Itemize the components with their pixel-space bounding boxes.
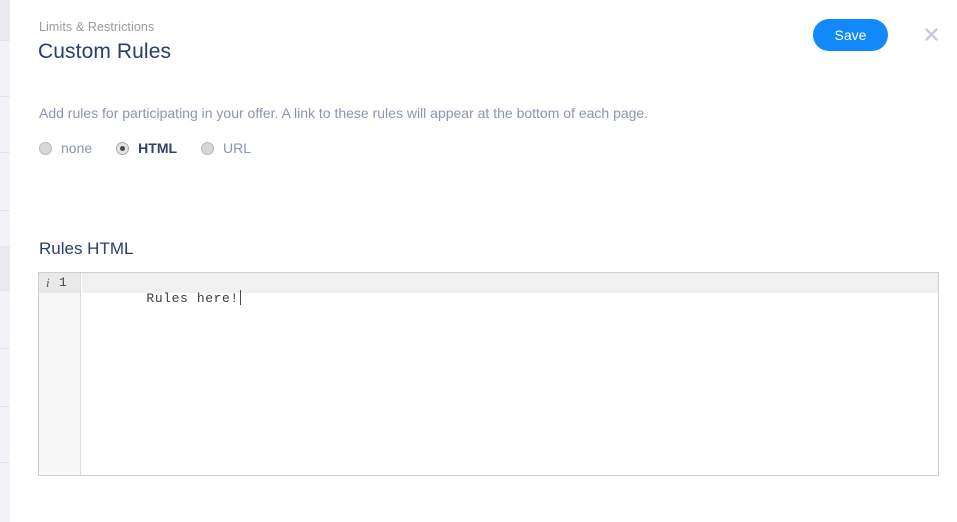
- sidebar-divider: [0, 406, 10, 407]
- sidebar-divider: [0, 96, 10, 97]
- rules-html-label: Rules HTML: [39, 238, 133, 260]
- sidebar-divider: [0, 152, 10, 153]
- radio-label-none: none: [61, 139, 92, 157]
- breadcrumb: Limits & Restrictions: [39, 19, 154, 35]
- custom-rules-page: Limits & Restrictions Custom Rules Save …: [0, 0, 957, 522]
- save-button[interactable]: Save: [813, 19, 888, 51]
- radio-option-html[interactable]: HTML: [116, 139, 177, 157]
- radio-dot-html[interactable]: [116, 142, 129, 155]
- radio-dot-url[interactable]: [201, 142, 214, 155]
- editor-text-cursor: [240, 290, 241, 305]
- radio-label-html: HTML: [138, 139, 177, 157]
- sidebar-strip: [0, 0, 10, 522]
- rules-html-code-editor[interactable]: i 1 Rules here!: [38, 272, 939, 476]
- radio-option-none[interactable]: none: [39, 139, 92, 157]
- editor-line-1-text: Rules here!: [146, 291, 238, 306]
- editor-line-1[interactable]: Rules here!: [84, 275, 936, 293]
- description-text: Add rules for participating in your offe…: [39, 104, 648, 122]
- radio-dot-none[interactable]: [39, 142, 52, 155]
- editor-gutter: [39, 273, 81, 475]
- editor-line-number: 1: [59, 275, 67, 291]
- sidebar-divider: [0, 348, 10, 349]
- sidebar-band: [0, 246, 10, 290]
- panel-header: Limits & Restrictions Custom Rules Save: [13, 0, 957, 78]
- sidebar-divider: [0, 40, 10, 41]
- page-title: Custom Rules: [38, 38, 171, 65]
- sidebar-divider: [0, 290, 10, 291]
- sidebar-band: [0, 0, 10, 40]
- content-panel: Limits & Restrictions Custom Rules Save …: [13, 0, 957, 522]
- close-icon[interactable]: [918, 21, 945, 48]
- sidebar-divider: [0, 210, 10, 211]
- rules-type-radio-group: none HTML URL: [39, 138, 251, 158]
- sidebar-divider: [0, 462, 10, 463]
- radio-option-url[interactable]: URL: [201, 139, 251, 157]
- radio-label-url: URL: [223, 139, 251, 157]
- info-icon[interactable]: i: [46, 275, 50, 291]
